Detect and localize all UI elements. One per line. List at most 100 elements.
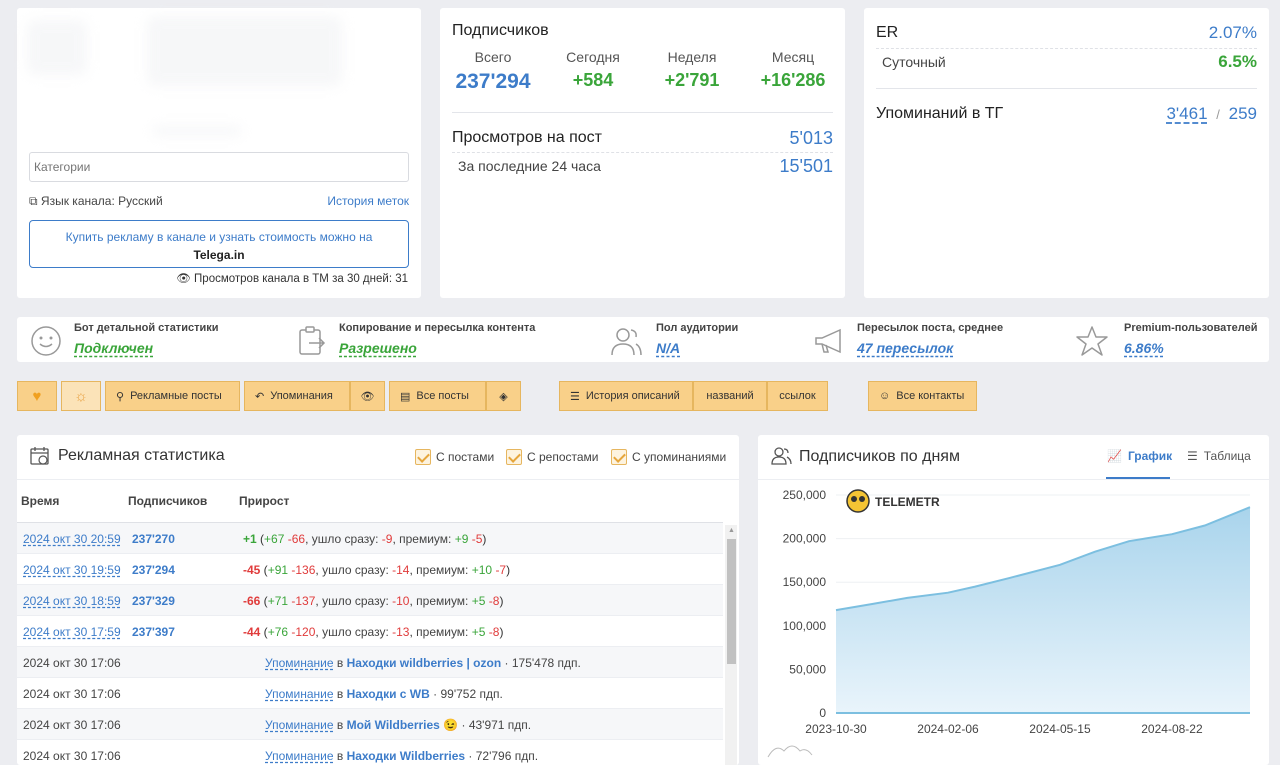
channel-link-blurred <box>152 126 242 136</box>
feature-forwards-value[interactable]: 47 пересылок <box>857 340 1003 356</box>
chart-ytick-label: 100,000 <box>783 619 827 633</box>
subs-by-day-card: Подписчиков по дням 📈 График ☰ Таблица 0 50… <box>758 435 1269 765</box>
sun-icon: ☼ <box>74 387 88 405</box>
channel-name-blurred <box>147 16 342 86</box>
mention-time: 2024 окт 30 17:06 <box>23 749 121 763</box>
sun-button[interactable]: ☼ <box>61 381 101 411</box>
desc-history-button[interactable]: ☰ История описаний <box>559 381 693 411</box>
checkbox-checked[interactable] <box>506 449 522 465</box>
row-left-label: ушло сразу: <box>311 532 379 546</box>
chk-mentions[interactable]: С упоминаниями <box>611 449 726 465</box>
views-per-post-label: Просмотров на пост <box>452 129 602 146</box>
feature-gender: Пол аудитории N/A <box>609 322 738 356</box>
views-tm: 👁 Просмотров канала в ТМ за 30 дней: 31 <box>176 271 408 285</box>
ad-posts-button[interactable]: ⚲ Рекламные посты <box>105 381 240 411</box>
tab-table[interactable]: ☰ Таблица <box>1187 449 1251 463</box>
row-minus: -66 <box>287 532 306 546</box>
row-plus: +91 <box>267 563 289 577</box>
layers-button[interactable]: ◈ <box>486 381 521 411</box>
chart-xtick-label: 2024-02-06 <box>917 722 979 736</box>
label-history-link[interactable]: История меток <box>327 194 409 208</box>
copy-forward-icon <box>299 326 326 355</box>
feature-forwards: Пересылок поста, среднее 47 пересылок <box>812 322 1003 356</box>
stat-today: Сегодня +584 <box>548 49 638 91</box>
col-time: Время <box>21 494 60 508</box>
view-mentions-button[interactable]: 👁 <box>350 381 385 411</box>
col-subs: Подписчиков <box>128 494 208 508</box>
row-prem-minus: -5 <box>471 532 483 546</box>
names-history-button[interactable]: названий <box>693 381 767 411</box>
tab-chart[interactable]: 📈 График <box>1107 449 1172 463</box>
mention-channel-link[interactable]: Находки с WB <box>347 687 430 701</box>
row-prem-label: премиум: <box>416 563 469 577</box>
row-prem-plus: +5 <box>471 625 486 639</box>
row-prem-label: премиум: <box>416 625 469 639</box>
row-left-label: ушло сразу: <box>322 625 389 639</box>
all-posts-button[interactable]: ▤ Все посты <box>389 381 486 411</box>
telemetr-logo: TELEMETR <box>846 489 940 513</box>
row-left: -10 <box>392 594 410 608</box>
divider <box>876 48 1257 49</box>
buy-ads-button[interactable]: Купить рекламу в канале и узнать стоимос… <box>29 220 409 268</box>
scrollbar-thumb[interactable] <box>727 539 736 664</box>
mention-link[interactable]: Упоминание <box>265 687 334 701</box>
row-left-label: ушло сразу: <box>322 563 389 577</box>
mention-row: 2024 окт 30 17:06 Упоминание в Мой Wildb… <box>17 709 723 740</box>
channel-language: ⧉ Язык канала: Русский <box>29 194 163 209</box>
categories-input[interactable] <box>29 152 409 182</box>
row-delta: +1 <box>243 532 257 546</box>
checkbox-checked[interactable] <box>611 449 627 465</box>
row-growth: -66 (+71 -137, ушло сразу: -10, премиум:… <box>243 594 504 608</box>
chart-xtick-label: 2023-10-30 <box>805 722 867 736</box>
mention-channel-link[interactable]: Находки Wildberries <box>347 749 465 763</box>
mention-channel-link[interactable]: Мой Wildberries 😉 <box>347 718 459 732</box>
row-time-link[interactable]: 2024 окт 30 19:59 <box>23 563 121 577</box>
table-row: 2024 окт 30 20:59 237'270 +1 (+67 -66, у… <box>17 523 723 554</box>
row-time-link[interactable]: 2024 окт 30 18:59 <box>23 594 121 608</box>
feature-bar: Бот детальной статистики Подключен Копир… <box>17 317 1269 362</box>
table-row: 2024 окт 30 19:59 237'294 -45 (+91 -136,… <box>17 554 723 585</box>
row-time-link[interactable]: 2024 окт 30 20:59 <box>23 532 121 546</box>
feature-premium-value[interactable]: 6.86% <box>1124 340 1257 356</box>
links-history-button[interactable]: ссылок <box>767 381 828 411</box>
all-contacts-button[interactable]: ☺ Все контакты <box>868 381 977 411</box>
feature-gender-value[interactable]: N/A <box>656 340 738 356</box>
feature-bot-title: Бот детальной статистики <box>74 322 219 334</box>
er-value: 2.07% <box>1208 23 1257 42</box>
mentions-total-link[interactable]: 3'461 <box>1166 104 1207 123</box>
minimap-sparkline-icon <box>767 745 813 758</box>
subscribers-card: Подписчиков Всего 237'294 Сегодня +584 Н… <box>440 8 845 298</box>
checkbox-checked[interactable] <box>415 449 431 465</box>
mentions-button[interactable]: ↶ Упоминания <box>244 381 350 411</box>
mention-channel-link[interactable]: Находки wildberries | ozon <box>347 656 502 670</box>
row-prem-minus: -7 <box>495 563 507 577</box>
scroll-up-icon[interactable]: ▲ <box>728 527 735 534</box>
chk-reposts[interactable]: С репостами <box>506 449 599 465</box>
row-plus: +67 <box>264 532 285 546</box>
favorite-button[interactable]: ♥ <box>17 381 57 411</box>
buy-ads-link[interactable]: Telega.in <box>30 248 408 262</box>
feature-copy-value[interactable]: Разрешено <box>339 340 535 356</box>
contacts-icon: ☺ <box>879 390 891 402</box>
feature-bot-value[interactable]: Подключен <box>74 340 219 356</box>
mention-link[interactable]: Упоминание <box>265 718 334 732</box>
subscribers-title: Подписчиков <box>452 22 549 39</box>
daily-er-label: Суточный <box>882 54 946 70</box>
row-left: -14 <box>392 563 410 577</box>
feature-forwards-title: Пересылок поста, среднее <box>857 322 1004 334</box>
stat-week-value: +2'791 <box>664 70 720 90</box>
chart-ytick-label: 0 <box>819 706 826 720</box>
mention-count: · 72'796 пдп. <box>468 749 539 763</box>
chart-xtick-label: 2024-08-22 <box>1141 722 1203 736</box>
row-time-link[interactable]: 2024 окт 30 17:59 <box>23 625 121 639</box>
links-label: ссылок <box>779 390 816 402</box>
chk-posts[interactable]: С постами <box>415 449 494 465</box>
mention-link[interactable]: Упоминание <box>265 749 334 763</box>
row-left-label: ушло сразу: <box>322 594 389 608</box>
stat-total-label: Всего <box>474 49 512 65</box>
mention-link[interactable]: Упоминание <box>265 656 334 670</box>
stat-week: Неделя +2'791 <box>647 49 737 91</box>
ad-stats-title: Рекламная статистика <box>58 447 225 464</box>
row-subs: 237'294 <box>132 563 175 577</box>
row-prem-plus: +9 <box>454 532 469 546</box>
